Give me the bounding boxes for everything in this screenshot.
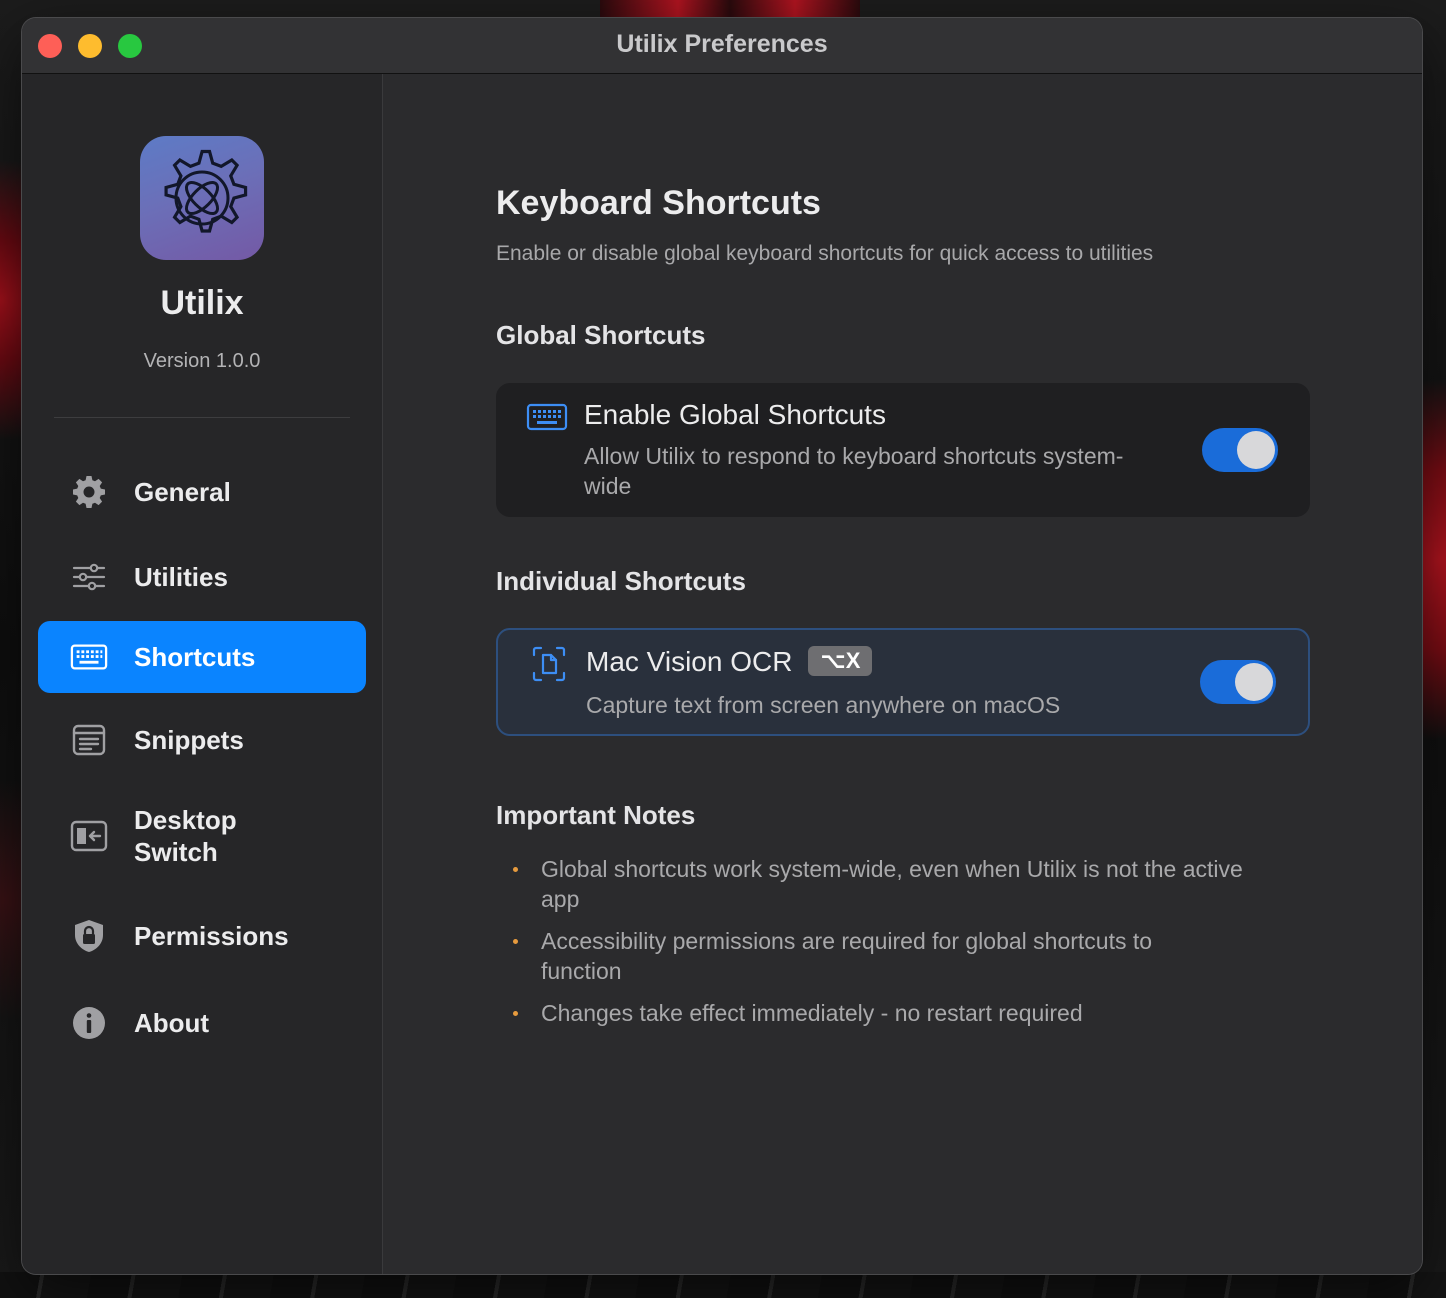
keyboard-icon [70, 638, 108, 676]
toggle-knob [1237, 431, 1275, 469]
info-icon [70, 1004, 108, 1042]
text-scan-icon [532, 646, 566, 687]
note-text: Changes take effect immediately - no res… [541, 1000, 1083, 1026]
bullet-icon [513, 1011, 518, 1016]
toggle-knob [1235, 663, 1273, 701]
shield-lock-icon [70, 917, 108, 955]
section-title-global: Global Shortcuts [496, 320, 706, 350]
list-item: Global shortcuts work system-wide, even … [496, 854, 1286, 914]
global-shortcuts-title: Enable Global Shortcuts [584, 399, 886, 430]
ocr-shortcut-title-row: Mac Vision OCR ⌥X [586, 646, 873, 678]
note-text: Global shortcuts work system-wide, even … [541, 856, 1243, 912]
global-shortcuts-description: Allow Utilix to respond to keyboard shor… [584, 443, 1124, 499]
sidebar-item-utilities[interactable]: Utilities [38, 541, 366, 613]
app-name: Utilix [160, 284, 244, 322]
sidebar-item-shortcuts[interactable]: Shortcuts [38, 621, 366, 693]
sliders-icon [70, 558, 108, 596]
document-icon [70, 721, 108, 759]
sidebar-item-snippets[interactable]: Snippets [38, 704, 366, 776]
global-shortcuts-card: Enable Global Shortcuts Allow Utilix to … [496, 383, 1310, 517]
page-title: Keyboard Shortcuts [496, 184, 821, 222]
gear-icon [70, 473, 108, 511]
section-title-notes: Important Notes [496, 800, 696, 830]
sidebar-item-label: Snippets [134, 725, 244, 755]
list-item: Accessibility permissions are required f… [496, 926, 1286, 986]
sidebar-item-label: About [134, 1008, 210, 1038]
note-text: Accessibility permissions are required f… [541, 928, 1153, 984]
main-content: Keyboard Shortcuts Enable or disable glo… [383, 74, 1422, 1274]
desktop-wallpaper-detail [0, 1272, 1446, 1298]
window-title: Utilix Preferences [616, 30, 828, 58]
page-subtitle: Enable or disable global keyboard shortc… [496, 242, 1154, 265]
sidebar-item-about[interactable]: About [38, 987, 366, 1059]
sidebar-item-label: Shortcuts [134, 642, 256, 672]
global-shortcuts-toggle[interactable] [1202, 428, 1278, 472]
sidebar-item-label: General [134, 477, 231, 507]
ocr-shortcut-description: Capture text from screen anywhere on mac… [586, 692, 1061, 718]
shortcut-key-badge: ⌥X [808, 646, 873, 676]
list-item: Changes take effect immediately - no res… [496, 998, 1286, 1028]
sidebar-item-label: Utilities [134, 562, 228, 592]
sidebar-item-general[interactable]: General [38, 456, 366, 528]
desktop-switch-icon [70, 817, 108, 855]
ocr-shortcut-toggle[interactable] [1200, 660, 1276, 704]
app-version: Version 1.0.0 [143, 350, 261, 372]
sidebar-item-label: Permissions [134, 921, 289, 951]
bullet-icon [513, 867, 518, 872]
desktop-wallpaper-detail [600, 0, 860, 18]
app-logo-icon [140, 136, 264, 260]
sidebar-item-permissions[interactable]: Permissions [38, 900, 366, 972]
title-bar[interactable]: Utilix Preferences [22, 18, 1422, 74]
important-notes-list: Global shortcuts work system-wide, even … [496, 854, 1286, 1040]
sidebar: Utilix Version 1.0.0 General Utilities S… [22, 74, 383, 1274]
ocr-shortcut-title: Mac Vision OCR [586, 646, 793, 677]
preferences-window: Utilix Preferences Utilix Version 1.0.0 … [22, 18, 1422, 1274]
section-title-individual: Individual Shortcuts [496, 566, 746, 596]
ocr-shortcut-card: Mac Vision OCR ⌥X Capture text from scree… [496, 628, 1310, 736]
keyboard-icon [526, 403, 568, 436]
bullet-icon [513, 939, 518, 944]
sidebar-item-desktop-switch[interactable]: Desktop Switch [38, 790, 366, 882]
sidebar-item-label: Desktop Switch [134, 805, 237, 867]
sidebar-divider [54, 417, 350, 418]
